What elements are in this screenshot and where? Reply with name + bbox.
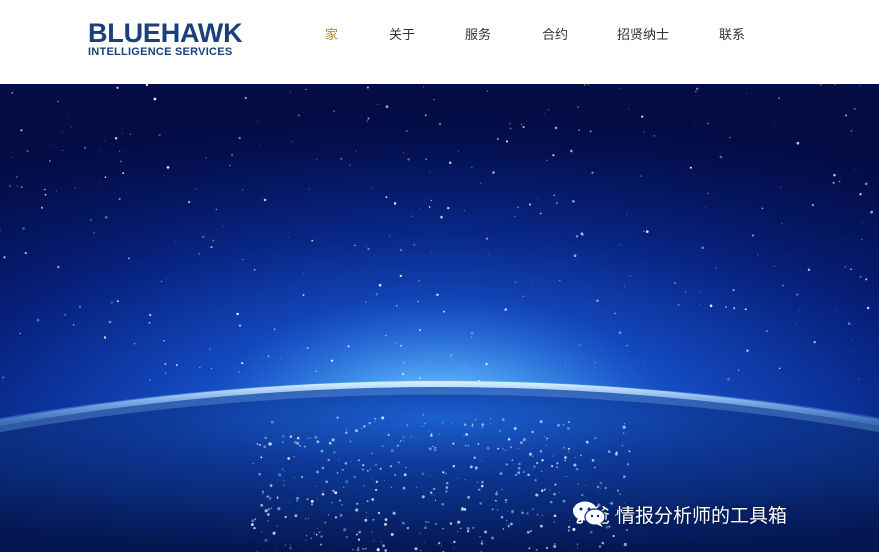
- main-nav: 家 关于 服务 合约 招贤纳士 联系: [0, 28, 879, 46]
- nav-item-services[interactable]: 服务: [465, 28, 491, 44]
- site-header: BLUEHAWK INTELLIGENCE SERVICES 家 关于 服务 合…: [0, 0, 879, 84]
- nav-item-careers[interactable]: 招贤纳士: [617, 28, 669, 44]
- logo-tagline: INTELLIGENCE SERVICES: [88, 46, 233, 58]
- hero-banner-earth: 丁爸 情报分析师的工具箱: [0, 84, 879, 552]
- earth-from-space-image: [0, 84, 879, 552]
- wechat-watermark: 丁爸 情报分析师的工具箱: [572, 500, 787, 528]
- nav-item-contact[interactable]: 联系: [719, 28, 745, 44]
- nav-item-contracts[interactable]: 合约: [542, 28, 568, 44]
- wechat-icon: [573, 501, 606, 527]
- nav-item-home[interactable]: 家: [325, 28, 338, 44]
- nav-item-about[interactable]: 关于: [389, 28, 415, 44]
